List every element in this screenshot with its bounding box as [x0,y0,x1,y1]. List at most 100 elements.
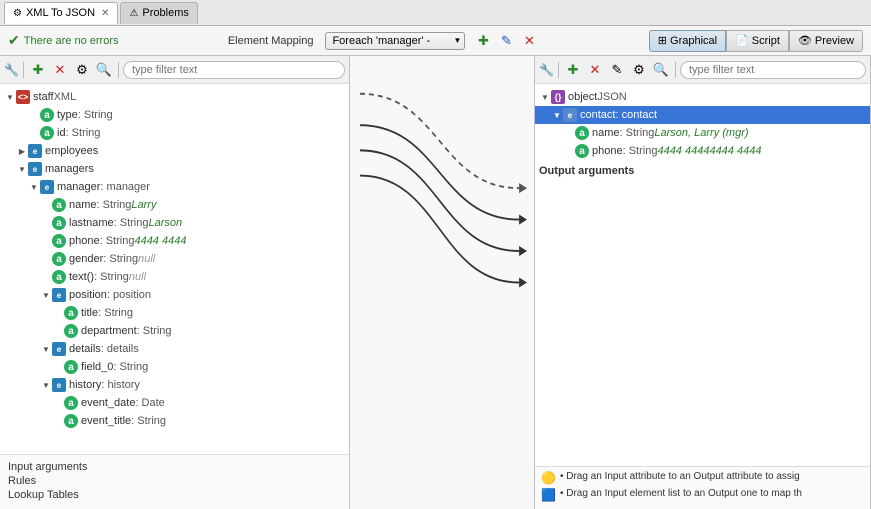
mapping-select-wrapper[interactable]: Foreach 'manager' - [325,32,465,50]
tree-node-department[interactable]: a department : String [0,322,349,340]
tree-node-event-title[interactable]: a event_title : String [0,412,349,430]
attr-icon-lastname: a [52,216,66,230]
hint-row-1: 🟡 • Drag an Input attribute to an Output… [541,471,864,485]
left-panel: 🔧 ✚ ✕ ⚙ 🔍 ▼ <> staff XML a type : Stri [0,56,350,509]
right-panel: 🔧 ✚ ✕ ✎ ⚙ 🔍 ▼ {} object JSON ▼ e contact [535,56,871,509]
tree-node-history[interactable]: ▼ e history : history [0,376,349,394]
attr-icon-title: a [64,306,78,320]
tree-node-lastname[interactable]: a lastname : String Larson [0,214,349,232]
tab-xml-to-json-label: XML To JSON [26,7,95,19]
attr-icon-department: a [64,324,78,338]
tree-node-details[interactable]: ▼ e details : details [0,340,349,358]
tree-node-position[interactable]: ▼ e position : position [0,286,349,304]
tree-node-id[interactable]: a id : String [0,124,349,142]
right-toggle-contact[interactable]: ▼ [551,109,563,121]
status-text: There are no errors [24,35,119,47]
tree-node-type[interactable]: a type : String [0,106,349,124]
wrench-icon: 🔧 [4,63,19,77]
top-action-buttons: ✚ ✎ ✕ [473,31,539,51]
element-icon-contact: e [563,108,577,122]
tree-node-field0[interactable]: a field_0 : String [0,358,349,376]
left-add-button[interactable]: ✚ [28,60,48,80]
tab-bar: ⚙ XML To JSON ✕ ⚠ Problems [0,0,871,26]
right-sep-1 [558,62,559,78]
right-tree-node-name[interactable]: a name : String Larson, Larry (mgr) [535,124,870,142]
json-icon-object: {} [551,90,565,104]
element-icon-position: e [52,288,66,302]
mapping-svg [350,56,534,509]
tree-node-phone[interactable]: a phone : String 4444 4444 [0,232,349,250]
tree-node-staff[interactable]: ▼ <> staff XML [0,88,349,106]
element-icon-employees: e [28,144,42,158]
right-delete-button[interactable]: ✕ [585,60,605,80]
attr-icon-phone: a [52,234,66,248]
hint-input-arguments[interactable]: Input arguments [8,461,341,473]
right-sep-2 [675,62,676,78]
attr-icon-type: a [40,108,54,122]
hint-text-1: • Drag an Input attribute to an Output a… [560,471,800,482]
left-search-input[interactable] [123,61,345,79]
right-edit-button[interactable]: ✎ [607,60,627,80]
right-tree: ▼ {} object JSON ▼ e contact : contact a… [535,84,870,466]
tab-preview[interactable]: 👁 Preview [789,30,863,52]
hint-icon-1: 🟡 [541,471,556,485]
toggle-staff[interactable]: ▼ [4,91,16,103]
element-icon-history: e [52,378,66,392]
right-tree-node-phone[interactable]: a phone : String 4444 44444444 4444 [535,142,870,160]
tab-xml-to-json[interactable]: ⚙ XML To JSON ✕ [4,2,118,24]
mapping-select[interactable]: Foreach 'manager' - [325,32,465,50]
attr-icon-field0: a [64,360,78,374]
tab-problems[interactable]: ⚠ Problems [120,2,197,24]
element-icon-managers: e [28,162,42,176]
right-toggle-object[interactable]: ▼ [539,91,551,103]
tree-node-employees[interactable]: ▶ e employees [0,142,349,160]
hint-lookup-tables[interactable]: Lookup Tables [8,489,341,501]
tree-node-managers[interactable]: ▼ e managers [0,160,349,178]
status-area: ✔ There are no errors [8,32,119,49]
tree-node-name[interactable]: a name : String Larry [0,196,349,214]
tree-node-text[interactable]: a text() : String null [0,268,349,286]
toggle-employees[interactable]: ▶ [16,145,28,157]
tree-node-manager[interactable]: ▼ e manager : manager [0,178,349,196]
toolbar-sep-2 [118,62,119,78]
delete-mapping-button[interactable]: ✕ [519,31,539,51]
tree-node-title[interactable]: a title : String [0,304,349,322]
tab-close-xml-to-json[interactable]: ✕ [101,8,109,19]
right-toolbar: 🔧 ✚ ✕ ✎ ⚙ 🔍 [535,56,870,84]
tab-graphical[interactable]: ⊞ Graphical [649,30,726,52]
toggle-position[interactable]: ▼ [40,289,52,301]
left-delete-button[interactable]: ✕ [50,60,70,80]
toggle-managers[interactable]: ▼ [16,163,28,175]
attr-icon-event-date: a [64,396,78,410]
left-gear-button[interactable]: ⚙ [72,60,92,80]
right-gear-button[interactable]: ⚙ [629,60,649,80]
right-tree-node-object[interactable]: ▼ {} object JSON [535,88,870,106]
tab-script[interactable]: 📄 Script [726,30,789,52]
top-bar: ✔ There are no errors Element Mapping Fo… [0,26,871,56]
toolbar-sep-1 [23,62,24,78]
right-hints: 🟡 • Drag an Input attribute to an Output… [535,466,870,509]
attr-icon-gender: a [52,252,66,266]
add-mapping-button[interactable]: ✚ [473,31,493,51]
main-layout: 🔧 ✚ ✕ ⚙ 🔍 ▼ <> staff XML a type : Stri [0,56,871,509]
right-search-input[interactable] [680,61,866,79]
right-add-button[interactable]: ✚ [563,60,583,80]
tree-node-gender[interactable]: a gender : String null [0,250,349,268]
toggle-manager[interactable]: ▼ [28,181,40,193]
element-icon-manager: e [40,180,54,194]
tree-node-event-date[interactable]: a event_date : Date [0,394,349,412]
edit-mapping-button[interactable]: ✎ [496,31,516,51]
right-filter-button[interactable]: 🔍 [651,60,671,80]
right-attr-icon-phone: a [575,144,589,158]
left-panel-hints: Input arguments Rules Lookup Tables [0,454,349,509]
hint-rules[interactable]: Rules [8,475,341,487]
right-wrench-icon: 🔧 [539,63,554,77]
script-icon: 📄 [735,34,749,47]
toggle-details[interactable]: ▼ [40,343,52,355]
left-filter-button[interactable]: 🔍 [94,60,114,80]
right-tree-node-contact[interactable]: ▼ e contact : contact [535,106,870,124]
status-check-icon: ✔ [8,32,20,49]
output-args-text: Output arguments [539,165,634,177]
middle-panel [350,56,535,509]
toggle-history[interactable]: ▼ [40,379,52,391]
